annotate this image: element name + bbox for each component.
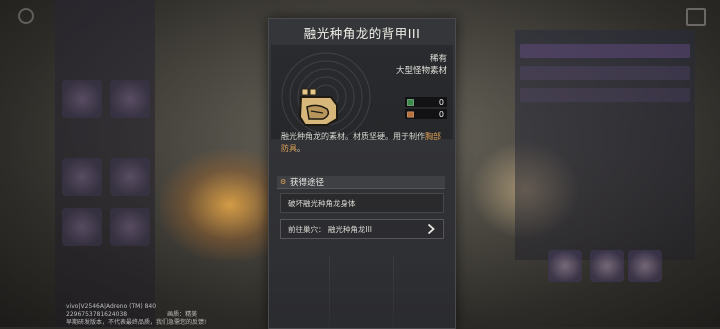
rarity-label: 稀有 (429, 54, 447, 64)
back-icon (18, 8, 34, 24)
item-hero (271, 45, 453, 139)
monster-carapace-icon (298, 88, 338, 126)
go-to-nest-button[interactable]: 前往巢穴： 融光种角龙III (280, 219, 444, 239)
dev-notice: 早期研发版本，不代表最终品质，我们急需您的反馈! (66, 319, 207, 326)
item-detail-modal: 融光种角龙的背甲III 稀有 大型怪物素材 0 0 融光种角龙的素材。材质坚硬。… (268, 18, 456, 329)
item-title: 融光种角龙的背甲III (303, 25, 421, 41)
build-id: 2296753781624038 (66, 311, 128, 318)
item-pouch-icon (407, 111, 414, 117)
category-label: 大型怪物素材 (395, 66, 447, 76)
storage-box-icon (407, 98, 414, 106)
debug-overlay: vivo|V2546A|Adreno (TM) 840 229675378162… (66, 303, 206, 327)
gear-icon: ⚙ (280, 178, 287, 186)
acquisition-section-header: ⚙ 获得途径 (277, 176, 445, 189)
chevron-right-icon (427, 224, 435, 234)
device-info: vivo|V2546A|Adreno (TM) 840 (66, 303, 157, 310)
pouch-count: 0 (405, 109, 447, 119)
source-item-break-part: 破坏融光种角龙身体 (280, 193, 444, 213)
item-description: 融光种角龙的素材。材质坚硬。用于制作胸部防具。 (281, 132, 441, 153)
storage-count: 0 (405, 97, 447, 107)
menu-icon (686, 8, 706, 26)
quality-label: 画质：精美 (167, 311, 198, 318)
